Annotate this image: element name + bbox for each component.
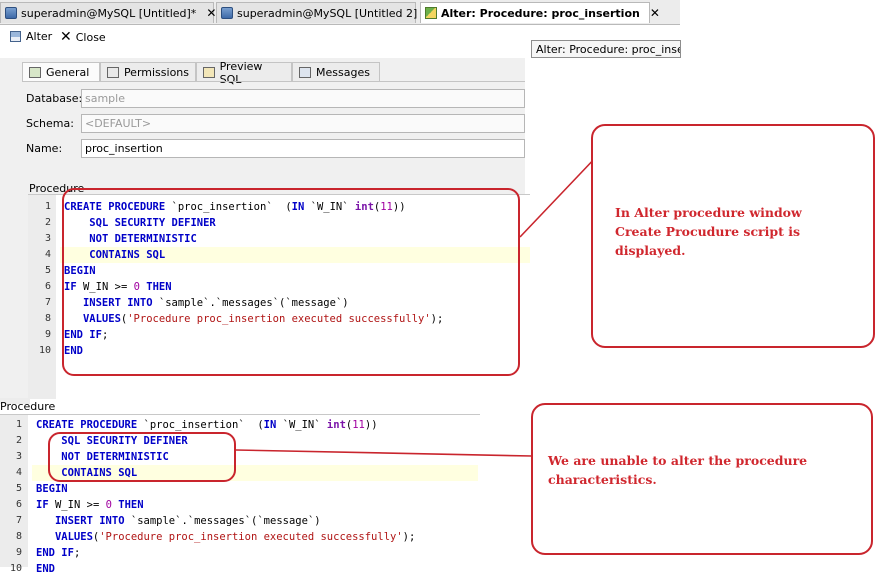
callout-line: We are unable to alter the procedure: [548, 453, 808, 468]
callout-line: characteristics.: [548, 472, 657, 487]
callout-connector-1: [519, 154, 599, 238]
callout-line: In Alter procedure window: [615, 205, 802, 220]
callout-note-1: In Alter procedure window Create Procudu…: [591, 124, 875, 348]
callout-line: Create Procudure script is: [615, 224, 801, 239]
callout-connector-2: [235, 449, 533, 457]
callout-note-2: We are unable to alter the procedure cha…: [531, 403, 873, 555]
callout-text-1: In Alter procedure window Create Procudu…: [615, 203, 802, 260]
callout-line: displayed.: [615, 243, 686, 258]
callout-text-2: We are unable to alter the procedure cha…: [548, 451, 807, 489]
